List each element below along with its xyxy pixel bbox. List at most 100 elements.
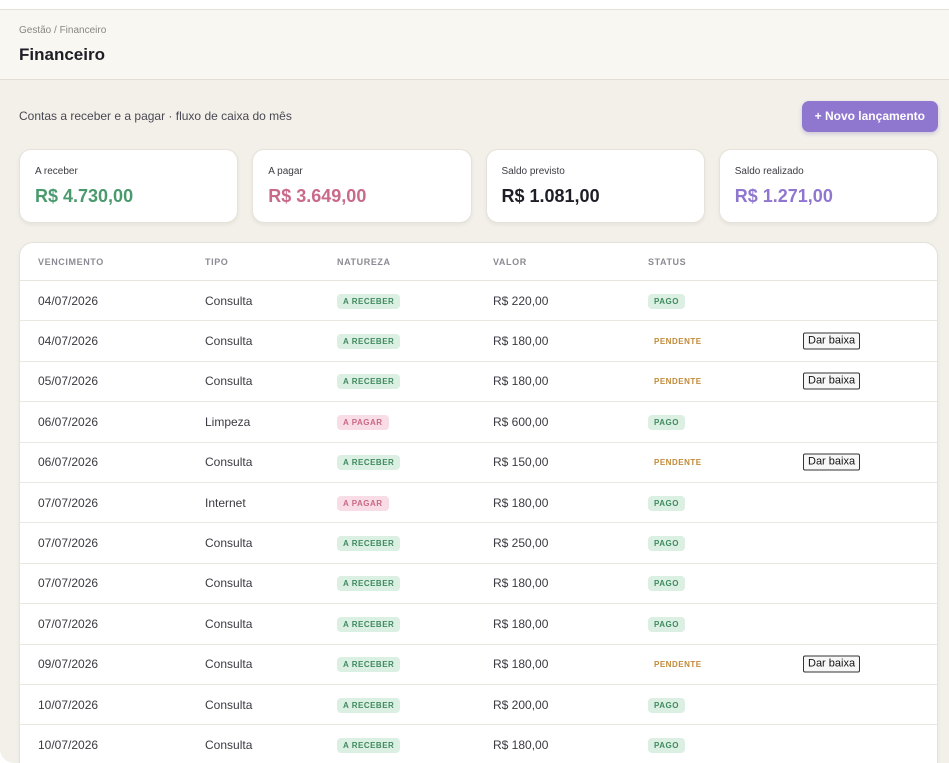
cell-tipo: Consulta [205, 293, 253, 308]
cell-valor: R$ 180,00 [493, 495, 549, 510]
cell-tipo: Consulta [205, 536, 253, 551]
summary-card-value: R$ 1.081,00 [501, 186, 600, 206]
natureza-badge: A RECEBER [337, 293, 401, 309]
dar-baixa-button[interactable]: Dar baixa [803, 372, 861, 390]
cell-natureza: A RECEBER [337, 293, 401, 309]
table-row[interactable]: 06/07/2026 Consulta A RECEBER R$ 150,00 PEND… [20, 443, 937, 483]
cell-vencimento: 10/07/2026 [38, 737, 99, 752]
status-badge: PENDENTE [654, 377, 702, 387]
cell-status: PENDENTE [648, 373, 708, 389]
cell-action: Dar baixa [803, 453, 861, 471]
cell-natureza: A RECEBER [337, 333, 401, 350]
cell-status: PAGO [648, 616, 685, 632]
cell-vencimento: 04/07/2026 [38, 293, 99, 308]
cell-valor: R$ 180,00 [493, 657, 549, 672]
cell-status: PAGO [648, 697, 685, 713]
status-badge: PAGO [648, 495, 685, 511]
status-badge: PAGO [648, 737, 685, 753]
status-badge: PENDENTE [654, 660, 702, 670]
table-row[interactable]: 07/07/2026 Consulta A RECEBER R$ 250,00 PAGO [20, 523, 937, 564]
cell-vencimento: 07/07/2026 [38, 576, 99, 591]
column-header-vencimento[interactable]: VENCIMENTO [38, 257, 104, 267]
table-row[interactable]: 07/07/2026 Internet A PAGAR R$ 180,00 PAGO [20, 483, 937, 524]
table-row[interactable]: 09/07/2026 Consulta A RECEBER R$ 180,00 PEND… [20, 645, 937, 685]
column-header-status[interactable]: STATUS [648, 257, 686, 267]
summary-card-value: R$ 1.271,00 [734, 186, 833, 206]
table-body: 04/07/2026 Consulta A RECEBER R$ 220,00 PAGO… [20, 281, 937, 763]
summary-card-label: Saldo previsto [501, 166, 565, 177]
cell-natureza: A RECEBER [337, 575, 401, 592]
summary-card-receber: A receber R$ 4.730,00 [19, 149, 239, 223]
table-row[interactable]: 04/07/2026 Consulta A RECEBER R$ 220,00 PAGO [20, 281, 937, 322]
natureza-badge: A PAGAR [337, 495, 389, 511]
table-row[interactable]: 04/07/2026 Consulta A RECEBER R$ 180,00 PEND… [20, 321, 937, 362]
cell-tipo: Consulta [205, 737, 253, 752]
cell-natureza: A PAGAR [337, 495, 389, 511]
cell-tipo: Consulta [205, 374, 253, 389]
table-row[interactable]: 10/07/2026 Consulta A RECEBER R$ 200,00 PAGO [20, 685, 937, 726]
cell-valor: R$ 180,00 [493, 334, 549, 349]
cell-valor: R$ 180,00 [493, 374, 549, 389]
natureza-badge: A RECEBER [337, 697, 401, 713]
status-badge: PAGO [648, 536, 685, 552]
breadcrumb[interactable]: Gestão / Financeiro [19, 25, 930, 37]
column-header-natureza[interactable]: NATUREZA [337, 257, 391, 267]
table-header: VENCIMENTO TIPO NATUREZA VALOR STATUS [20, 243, 937, 281]
cell-vencimento: 06/07/2026 [38, 455, 99, 470]
column-header-tipo[interactable]: TIPO [205, 257, 228, 267]
cell-status: PENDENTE [648, 333, 708, 349]
cell-natureza: A RECEBER [337, 737, 401, 753]
natureza-badge: A RECEBER [337, 374, 401, 390]
natureza-badge: A RECEBER [337, 576, 401, 592]
cell-status: PAGO [648, 495, 685, 511]
cell-status: PAGO [648, 575, 685, 592]
cell-status: PAGO [648, 414, 685, 430]
transactions-table: VENCIMENTO TIPO NATUREZA VALOR STATUS 04… [19, 242, 938, 763]
cell-vencimento: 07/07/2026 [38, 616, 99, 631]
cell-tipo: Internet [205, 495, 246, 510]
natureza-badge: A RECEBER [337, 737, 401, 753]
cell-natureza: A RECEBER [337, 616, 401, 632]
top-bar: Gestão / Financeiro Financeiro [0, 10, 949, 80]
app-window: Gestão / Financeiro Financeiro Contas a … [0, 9, 949, 763]
summary-card-saldo-realizado: Saldo realizado R$ 1.271,00 [718, 149, 938, 223]
summary-card-label: A receber [35, 166, 78, 177]
column-header-valor[interactable]: VALOR [493, 257, 527, 267]
cell-valor: R$ 180,00 [493, 616, 549, 631]
cell-valor: R$ 150,00 [493, 455, 549, 470]
cell-tipo: Consulta [205, 455, 253, 470]
dar-baixa-button[interactable]: Dar baixa [803, 655, 861, 673]
cell-valor: R$ 180,00 [493, 576, 549, 591]
summary-card-label: Saldo realizado [734, 166, 804, 177]
cell-vencimento: 10/07/2026 [38, 697, 99, 712]
dar-baixa-button[interactable]: Dar baixa [803, 332, 861, 350]
page-title: Financeiro [19, 45, 105, 64]
summary-card-pagar: A pagar R$ 3.649,00 [252, 149, 472, 223]
cell-vencimento: 05/07/2026 [38, 374, 99, 389]
cell-status: PAGO [648, 535, 685, 552]
table-row[interactable]: 07/07/2026 Consulta A RECEBER R$ 180,00 PAGO [20, 604, 937, 645]
cell-valor: R$ 250,00 [493, 536, 549, 551]
cell-tipo: Limpeza [205, 414, 251, 429]
cell-tipo: Consulta [205, 697, 253, 712]
cell-natureza: A RECEBER [337, 697, 401, 713]
cell-tipo: Consulta [205, 616, 253, 631]
status-badge: PAGO [648, 616, 685, 632]
table-row[interactable]: 05/07/2026 Consulta A RECEBER R$ 180,00 PEND… [20, 362, 937, 403]
cell-vencimento: 09/07/2026 [38, 657, 99, 672]
summary-cards: A receber R$ 4.730,00 A pagar R$ 3.649,0… [19, 149, 938, 223]
status-badge: PAGO [648, 576, 685, 592]
natureza-badge: A RECEBER [337, 657, 401, 673]
page-subtitle: Contas a receber e a pagar · fluxo de ca… [19, 109, 292, 123]
cell-valor: R$ 600,00 [493, 414, 549, 429]
new-entry-button[interactable]: + Novo lançamento [801, 100, 938, 132]
table-row[interactable]: 10/07/2026 Consulta A RECEBER R$ 180,00 PAGO [20, 725, 937, 763]
cell-valor: R$ 200,00 [493, 697, 549, 712]
natureza-badge: A PAGAR [337, 414, 389, 430]
cell-status: PENDENTE [648, 454, 708, 470]
cell-vencimento: 07/07/2026 [38, 536, 99, 551]
cell-natureza: A RECEBER [337, 373, 401, 390]
table-row[interactable]: 06/07/2026 Limpeza A PAGAR R$ 600,00 PAGO [20, 402, 937, 443]
dar-baixa-button[interactable]: Dar baixa [803, 453, 861, 471]
table-row[interactable]: 07/07/2026 Consulta A RECEBER R$ 180,00 PAGO [20, 564, 937, 605]
